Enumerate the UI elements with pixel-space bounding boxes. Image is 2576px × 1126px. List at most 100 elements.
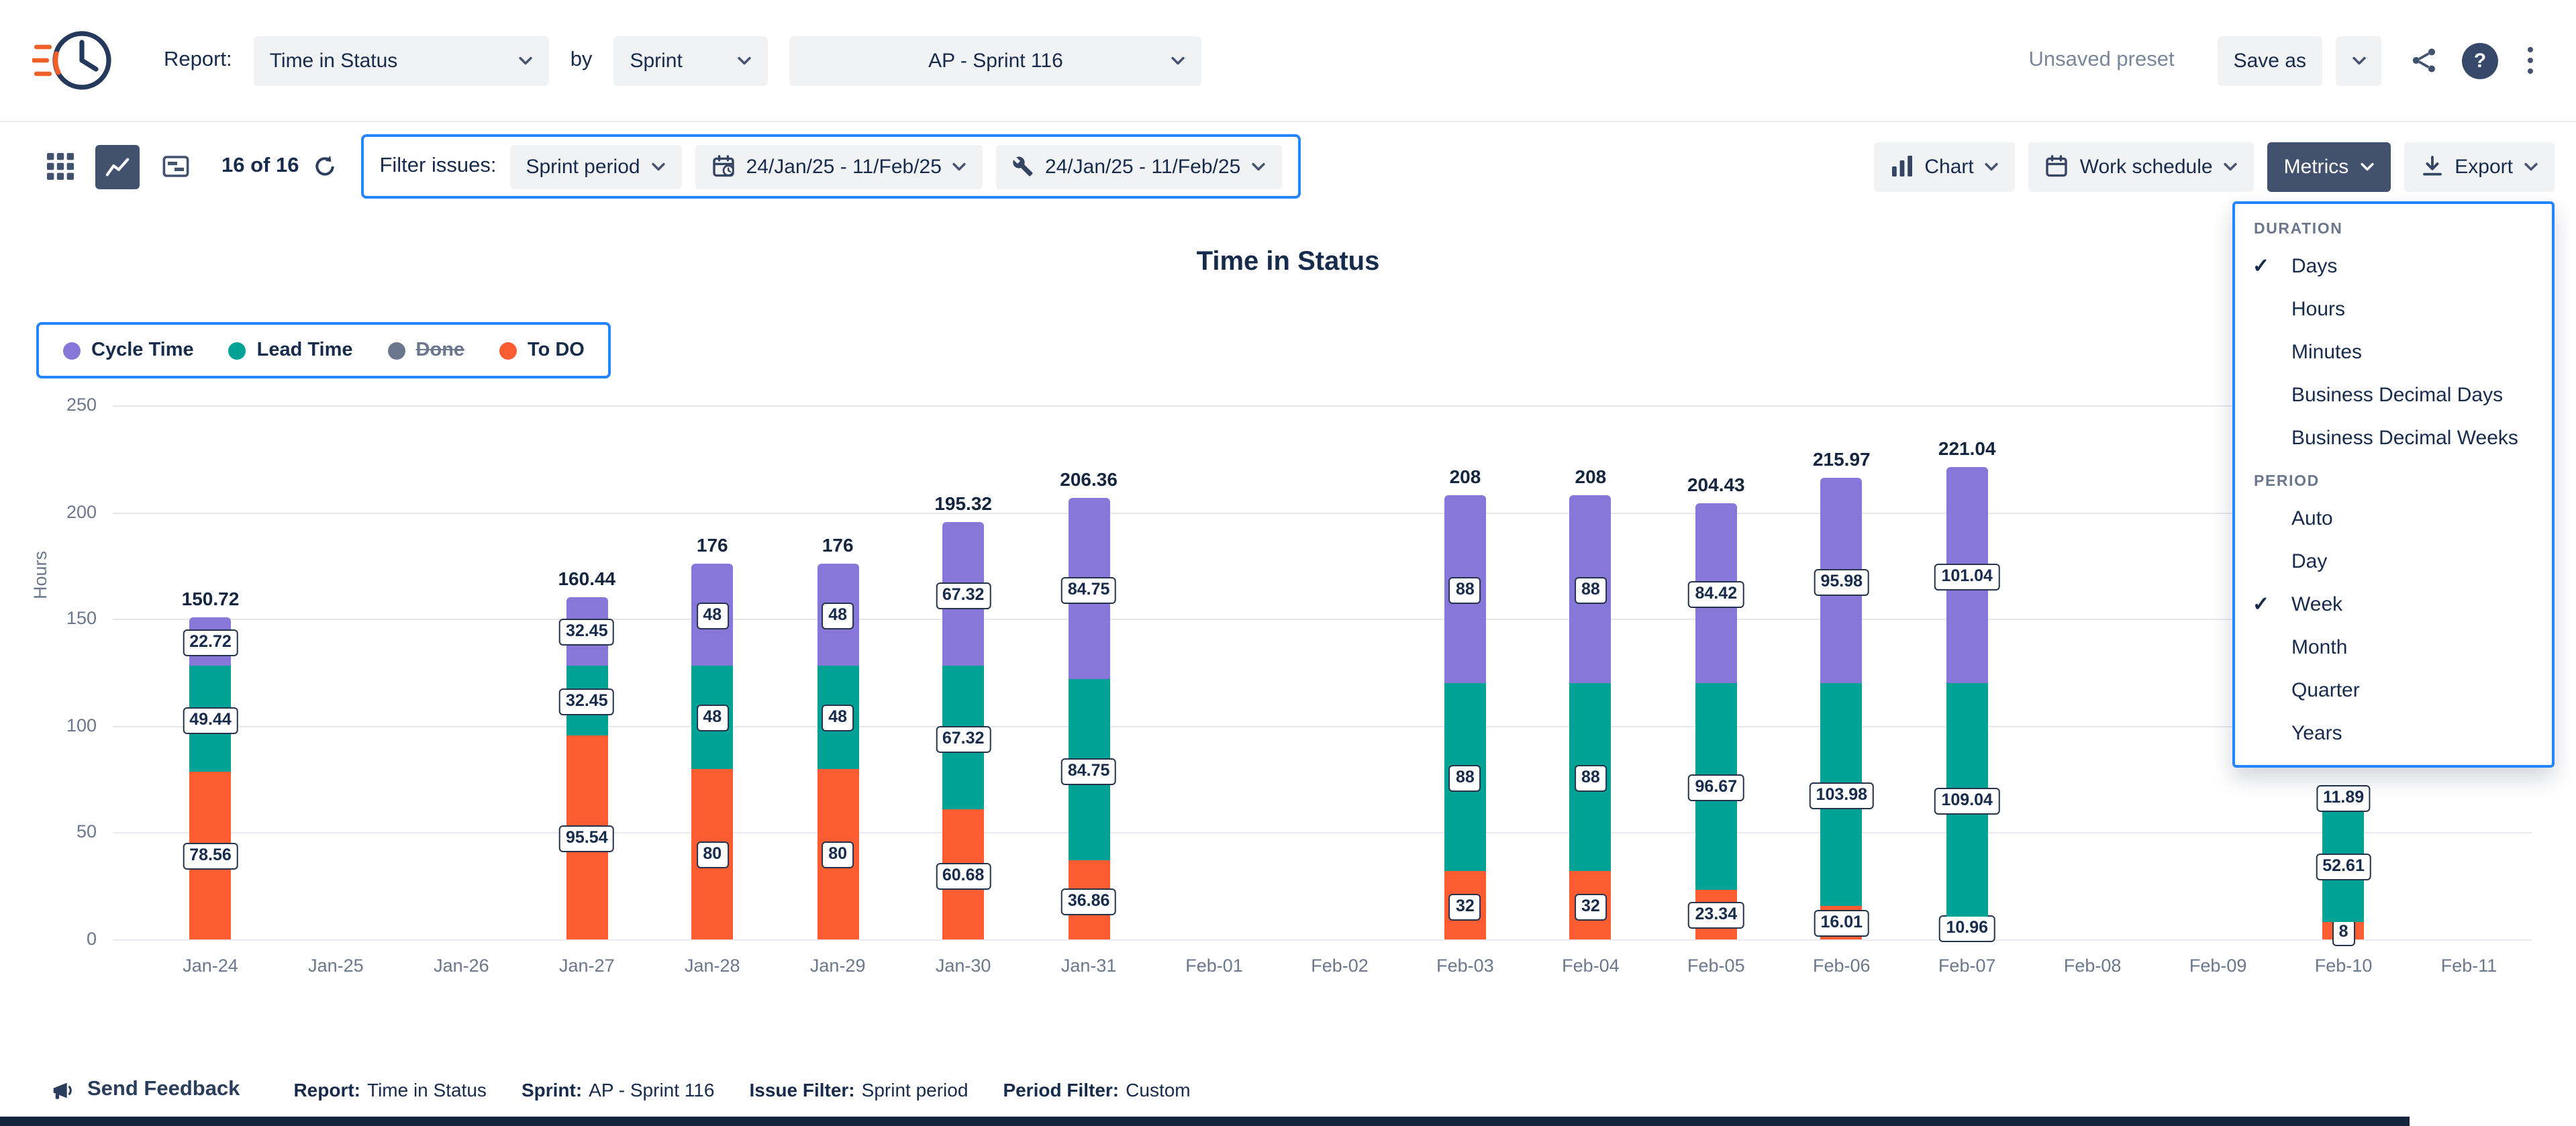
y-gridline (113, 405, 2532, 407)
date-range-dropdown[interactable]: 24/Jan/25 - 11/Feb/25 (695, 144, 983, 189)
bar-segment-label: 88 (1575, 577, 1607, 604)
menu-item-label: Minutes (2291, 340, 2362, 363)
x-tick-label: Jan-29 (777, 956, 898, 976)
menu-item-month[interactable]: ✓ Month (2235, 625, 2552, 668)
metrics-dropdown-menu: DURATION ✓ Days ✓ Hours ✓ Minutes ✓ Busi… (2232, 201, 2555, 768)
menu-item-days[interactable]: ✓ Days (2235, 244, 2552, 287)
report-summary: Report:Time in Status Sprint:AP - Sprint… (293, 1079, 1190, 1101)
bar-segment-label: 16.01 (1814, 911, 1870, 937)
date-range-value: 24/Jan/25 - 11/Feb/25 (746, 155, 942, 178)
menu-item-day[interactable]: ✓ Day (2235, 540, 2552, 582)
x-tick-label: Feb-09 (2158, 956, 2279, 976)
bar-total-label: 176 (822, 534, 854, 556)
top-toolbar: Report: Time in Status by Sprint AP - Sp… (0, 0, 2576, 122)
chevron-down-icon (2224, 162, 2238, 171)
menu-item-auto[interactable]: ✓ Auto (2235, 497, 2552, 540)
legend-item-lead-time[interactable]: Lead Time (229, 340, 353, 361)
x-tick-label: Feb-01 (1154, 956, 1275, 976)
bar-segment-label: 103.98 (1810, 782, 1874, 809)
x-tick-label: Jan-30 (903, 956, 1024, 976)
y-gridline (113, 726, 2532, 727)
issue-filter-dropdown[interactable]: Sprint period (509, 144, 681, 189)
bar-segment-label: 52.61 (2316, 854, 2371, 881)
calendar-clock-icon (711, 154, 736, 178)
menu-item-label: Quarter (2291, 678, 2360, 701)
y-gridline (113, 512, 2532, 513)
bar-segment-label: 109.04 (1934, 788, 1999, 815)
chevron-down-icon (737, 56, 752, 65)
chart-view-button[interactable] (95, 144, 140, 189)
check-icon: ✓ (2252, 244, 2269, 287)
save-options-button[interactable] (2336, 36, 2381, 85)
chart-type-label: Chart (1924, 155, 1973, 178)
bar-segment-label: 48 (822, 705, 854, 732)
y-tick-label: 50 (19, 822, 97, 842)
bar-total-label: 176 (697, 534, 728, 556)
chevron-down-icon (2524, 162, 2538, 171)
menu-item-quarter[interactable]: ✓ Quarter (2235, 668, 2552, 711)
report-label: Report: (164, 48, 232, 72)
period-filter-dropdown[interactable]: 24/Jan/25 - 11/Feb/25 (997, 144, 1282, 189)
legend-item-cycle-time[interactable]: Cycle Time (63, 340, 194, 361)
x-tick-label: Jan-25 (275, 956, 396, 976)
export-label: Export (2455, 155, 2513, 178)
summary-period-filter: Period Filter:Custom (1003, 1079, 1190, 1101)
send-feedback-link[interactable]: Send Feedback (50, 1077, 240, 1103)
sprint-dropdown[interactable]: AP - Sprint 116 (789, 36, 1201, 85)
chevron-down-icon (952, 162, 967, 171)
metrics-dropdown[interactable]: Metrics (2268, 142, 2391, 191)
group-by-dropdown[interactable]: Sprint (613, 36, 768, 85)
legend-dot (499, 342, 517, 359)
timeline-view-button[interactable] (153, 144, 197, 189)
menu-item-business-decimal-weeks[interactable]: ✓ Business Decimal Weeks (2235, 416, 2552, 459)
export-dropdown[interactable]: Export (2404, 142, 2555, 191)
bar-segment-label: 95.54 (559, 825, 615, 852)
legend-label: To DO (528, 340, 585, 361)
bar-segment-label: 67.32 (936, 726, 991, 753)
save-as-button[interactable]: Save as (2218, 36, 2322, 85)
report-type-dropdown[interactable]: Time in Status (254, 36, 549, 85)
menu-item-week[interactable]: ✓ Week (2235, 582, 2552, 625)
period-section-header: PERIOD (2235, 459, 2552, 497)
y-gridline (113, 939, 2532, 941)
menu-item-label: Days (2291, 254, 2337, 277)
menu-item-business-decimal-days[interactable]: ✓ Business Decimal Days (2235, 373, 2552, 416)
chevron-down-icon (651, 162, 666, 171)
refresh-button[interactable] (312, 154, 336, 178)
chevron-down-icon (1985, 162, 1999, 171)
more-menu-button[interactable] (2520, 41, 2541, 80)
legend-label: Cycle Time (91, 340, 194, 361)
menu-item-hours[interactable]: ✓ Hours (2235, 287, 2552, 330)
x-tick-label: Jan-27 (526, 956, 647, 976)
bar-total-label: 150.72 (182, 588, 240, 609)
bar-chart-icon (1889, 154, 1914, 178)
app-logo-icon[interactable] (30, 19, 118, 102)
bar-total-label: 160.44 (558, 567, 615, 588)
chevron-down-icon (2351, 56, 2366, 65)
bar-total-label: 208 (1450, 466, 1481, 487)
filter-issues-label: Filter issues: (379, 154, 496, 178)
legend-item-done[interactable]: Done (388, 340, 465, 361)
chart-type-dropdown[interactable]: Chart (1873, 142, 2015, 191)
bar-segment-label: 88 (1575, 765, 1607, 792)
menu-item-years[interactable]: ✓ Years (2235, 711, 2552, 754)
grid-view-button[interactable] (38, 144, 82, 189)
y-tick-label: 0 (19, 929, 97, 949)
grid-icon (46, 153, 73, 180)
menu-item-minutes[interactable]: ✓ Minutes (2235, 330, 2552, 373)
send-feedback-label: Send Feedback (87, 1078, 240, 1102)
x-tick-label: Jan-28 (652, 956, 773, 976)
sprint-value: AP - Sprint 116 (928, 49, 1063, 72)
bar-segment-label: 32.45 (559, 619, 615, 646)
legend-item-to-do[interactable]: To DO (499, 340, 585, 361)
share-icon[interactable] (2408, 44, 2440, 76)
work-schedule-dropdown[interactable]: Work schedule (2029, 142, 2255, 191)
bar-segment-label: 49.44 (183, 707, 238, 733)
chevron-down-icon (518, 56, 533, 65)
group-by-value: Sprint (630, 49, 682, 72)
download-icon (2420, 154, 2444, 178)
time-in-status-app: Report: Time in Status by Sprint AP - Sp… (0, 0, 2576, 1126)
megaphone-icon (50, 1077, 75, 1103)
help-button[interactable]: ? (2462, 42, 2498, 79)
bar-segment-label: 84.42 (1689, 580, 1744, 607)
